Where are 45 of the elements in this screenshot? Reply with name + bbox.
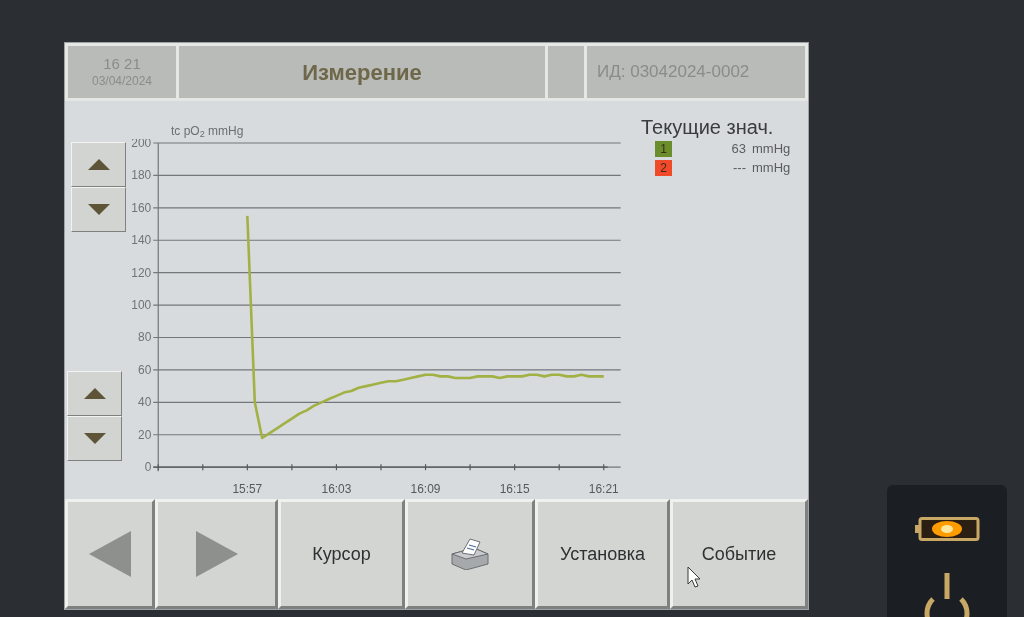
axis-tick-label: 120: [131, 265, 152, 280]
blank-panel: [548, 46, 584, 98]
axis-tick-label: 100: [131, 298, 152, 313]
scale-up-button[interactable]: [71, 142, 126, 187]
softkey-button[interactable]: Установка: [535, 499, 670, 609]
channel-badge: 1: [655, 140, 672, 157]
print-button[interactable]: [405, 499, 535, 609]
scale-up-button[interactable]: [67, 371, 122, 416]
axis-tick-label: 20: [138, 427, 152, 442]
scale-down-button[interactable]: [67, 416, 122, 461]
mouse-pointer-icon: [687, 566, 701, 588]
next-button[interactable]: [155, 499, 278, 609]
axis-tick-label: 16:03: [321, 482, 352, 497]
triangle-left-icon: [89, 531, 131, 577]
triangle-right-icon: [195, 531, 238, 577]
axis-tick-label: 200: [131, 139, 152, 150]
previous-button[interactable]: [65, 499, 155, 609]
softkey-button[interactable]: Курсор: [278, 499, 405, 609]
axis-tick-label: 80: [138, 330, 152, 345]
channel-value: 63: [730, 139, 746, 158]
axis-tick-label: 15:57: [232, 482, 263, 497]
axis-tick-label: 40: [138, 395, 152, 410]
channel-value: ---: [732, 158, 746, 177]
channel-unit: mmHg: [752, 158, 791, 177]
axis-tick-label: 16:21: [588, 482, 619, 497]
legend-title: Текущие знач.: [641, 115, 774, 139]
axis-tick-label: 140: [131, 233, 152, 248]
channel-unit: mmHg: [752, 139, 791, 158]
axis-tick-label: 0: [144, 460, 152, 475]
channel-badge: 2: [655, 159, 672, 176]
axis-tick-label: 60: [138, 362, 152, 377]
triangle-up-icon: [87, 159, 110, 170]
triangle-up-icon: [83, 388, 106, 399]
battery-icon: [914, 517, 980, 541]
axis-tick-label: 16:15: [499, 482, 530, 497]
triangle-down-icon: [87, 204, 110, 215]
axis-tick-label: 180: [131, 168, 152, 183]
softkey-button[interactable]: Событие: [670, 499, 808, 609]
axis-tick-label: 16:09: [410, 482, 441, 497]
printer-icon: [450, 538, 490, 570]
scale-down-button[interactable]: [71, 187, 126, 232]
axis-tick-label: 160: [131, 200, 152, 215]
screen-title: Измерение: [302, 58, 422, 87]
axis-title: tc pO$_{2}$ mmHg: [171, 123, 244, 139]
triangle-down-icon: [83, 433, 106, 444]
